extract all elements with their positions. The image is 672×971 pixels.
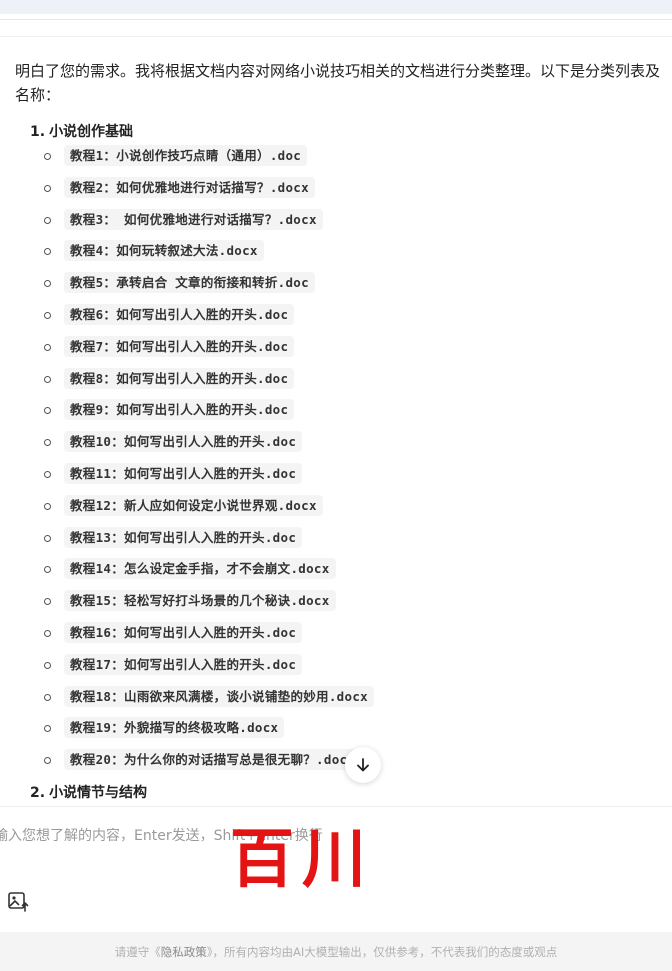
document-filename: 教程14：怎么设定金手指，才不会崩文.docx [64, 558, 336, 580]
document-filename: 教程17：如何写出引人入胜的开头.doc [64, 653, 303, 675]
section-number: 2. [30, 785, 46, 801]
list-bullet [44, 312, 51, 319]
intro-text: 明白了您的需求。我将根据文档内容对网络小说技巧相关的文档进行分类整理。以下是分类… [15, 59, 672, 107]
list-bullet [44, 184, 51, 192]
section-heading-2: 2. 小说情节与结构 [30, 782, 147, 802]
assistant-message: 明白了您的需求。我将根据文档内容对网络小说技巧相关的文档进行分类整理。以下是分类… [0, 36, 672, 807]
section-title: 小说创作基础 [49, 124, 134, 140]
document-filename: 教程20：为什么你的对话描写总是很无聊？.docx [64, 749, 362, 771]
scroll-down-button[interactable] [345, 747, 381, 783]
list-bullet [44, 630, 51, 637]
list-bullet [44, 598, 51, 606]
list-bullet [44, 566, 51, 574]
list-bullet [44, 502, 51, 510]
list-bullet [44, 661, 51, 669]
list-bullet [44, 375, 51, 383]
list-bullet [44, 471, 51, 478]
footer-suffix: 》，所有内容均由AI大模型输出，仅供参考，不代表我们的态度或观点 [206, 944, 558, 959]
section-title: 小说情节与结构 [49, 785, 148, 801]
list-bullet [44, 153, 51, 160]
document-filename: 教程13：如何写出引人入胜的开头.doc [64, 526, 303, 548]
document-filename: 教程18：山雨欲来风满楼，谈小说铺垫的妙用.docx [64, 685, 374, 707]
document-filename: 教程1：小说创作技巧点睛（通用）.doc [64, 145, 308, 166]
section-number: 1. [30, 124, 46, 140]
document-filename: 教程11：如何写出引人入胜的开头.doc [64, 463, 303, 484]
document-filename: 教程2：如何优雅地进行对话描写？.docx [64, 176, 315, 198]
document-filename: 教程15：轻松写好打斗场景的几个秘诀.docx [64, 590, 336, 612]
list-bullet [44, 248, 51, 256]
list-bullet [44, 280, 51, 288]
list-bullet [44, 343, 51, 351]
document-filename: 教程16：如何写出引人入胜的开头.doc [64, 622, 303, 643]
document-filename: 教程4：如何玩转叙述大法.docx [64, 240, 264, 262]
top-divider [0, 19, 672, 20]
top-strip [0, 0, 672, 14]
footer: 请遵守《隐私政策》，所有内容均由AI大模型输出，仅供参考，不代表我们的态度或观点 [0, 932, 672, 971]
document-filename: 教程12：新人应如何设定小说世界观.docx [64, 494, 323, 516]
document-filename: 教程3： 如何优雅地进行对话描写？.docx [64, 208, 323, 230]
list-bullet [44, 407, 51, 415]
document-filename: 教程6：如何写出引人入胜的开头.doc [64, 304, 295, 325]
intro-line-1: 明白了您的需求。我将根据文档内容对网络小说技巧相关的文档进行分类整理。以下是分类… [15, 62, 661, 80]
footer-disclaimer: 请遵守《隐私政策》，所有内容均由AI大模型输出，仅供参考，不代表我们的态度或观点 [115, 944, 558, 960]
document-filename: 教程19：外貌描写的终极攻略.docx [64, 717, 285, 739]
privacy-policy-link[interactable]: 隐私政策 [161, 945, 207, 959]
document-filename: 教程7：如何写出引人入胜的开头.doc [64, 335, 295, 357]
document-filename: 教程9：如何写出引人入胜的开头.doc [64, 399, 295, 421]
list-bullet [44, 216, 51, 224]
document-filename: 教程5：承转启合 文章的衔接和转折.doc [64, 272, 315, 294]
document-filename: 教程10：如何写出引人入胜的开头.doc [64, 431, 303, 453]
footer-prefix: 请遵守《 [114, 944, 161, 959]
arrow-down-icon [357, 758, 369, 772]
list-bullet [44, 725, 51, 733]
section-heading-1: 1. 小说创作基础 [30, 121, 133, 141]
chat-input-area[interactable]: 输入您想了解的内容，Enter发送，Shift+Enter换行 百川 [0, 806, 672, 933]
image-upload-icon [8, 892, 29, 912]
document-filename: 教程8：如何写出引人入胜的开头.doc [64, 367, 295, 389]
image-upload-button[interactable] [6, 889, 30, 913]
list-bullet [44, 693, 51, 701]
list-bullet [44, 757, 51, 765]
list-bullet [44, 534, 51, 542]
list-bullet [44, 439, 51, 447]
watermark: 百川 [230, 823, 374, 897]
intro-line-2: 名称： [15, 86, 61, 104]
